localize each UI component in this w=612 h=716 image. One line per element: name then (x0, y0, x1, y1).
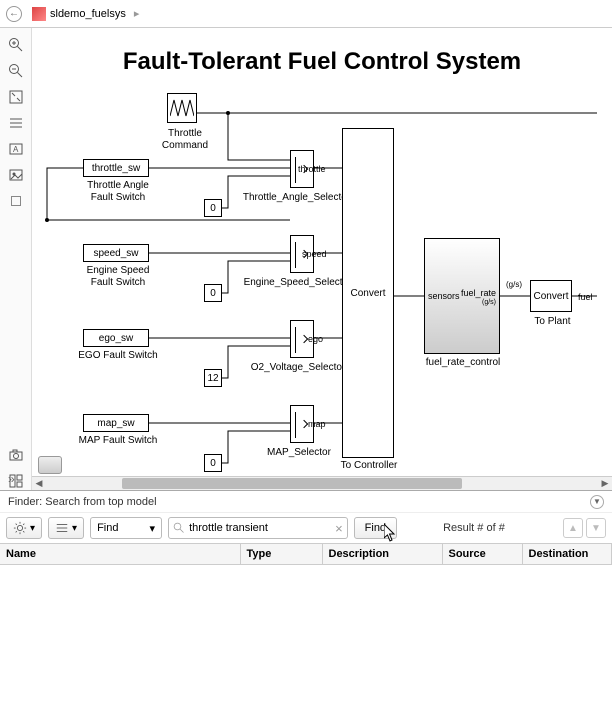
port-speed: speed (302, 249, 327, 259)
port-ego: ego (308, 334, 323, 344)
next-result-button[interactable]: ▼ (586, 518, 606, 538)
finder-header: Finder: Search from top model ▼ (0, 491, 612, 513)
port-fuel-rate: fuel_rate (461, 289, 496, 298)
col-destination[interactable]: Destination (522, 544, 612, 565)
scroll-left-icon[interactable]: ◀ (32, 477, 46, 490)
const-ego-block[interactable]: 12 (204, 369, 222, 387)
col-name[interactable]: Name (0, 544, 240, 565)
ego-selector-label: O2_Voltage_Selector (238, 362, 358, 374)
find-type-dropdown[interactable]: Find ▾ (90, 517, 162, 539)
to-plant-block[interactable]: Convert (530, 280, 572, 312)
to-plant-text: Convert (533, 291, 568, 302)
breadcrumb: ← sldemo_fuelsys ▸ (0, 0, 612, 28)
ego-switch-block[interactable]: ego_sw (83, 329, 149, 347)
speed-switch-text: speed_sw (93, 248, 138, 259)
const-speed-block[interactable]: 0 (204, 284, 222, 302)
toggle-sample-time-icon[interactable] (7, 114, 25, 132)
svg-text:A: A (13, 145, 19, 154)
port-sensors: sensors (428, 291, 460, 301)
result-count: Result # of # (443, 522, 505, 534)
finder-panel: Finder: Search from top model ▼ ▾ ▾ Find… (0, 490, 612, 716)
annotate-icon[interactable]: A (7, 140, 25, 158)
map-switch-label: MAP Fault Switch (72, 435, 164, 447)
view-dropdown[interactable]: ▾ (48, 517, 84, 539)
throttle-switch-block[interactable]: throttle_sw (83, 159, 149, 177)
port-map: map (308, 419, 326, 429)
search-input[interactable] (189, 522, 331, 534)
model-icon (32, 7, 46, 21)
map-selector-label: MAP_Selector (254, 447, 344, 459)
fuel-rate-control-block[interactable]: sensors fuel_rate (g/s) (424, 238, 500, 354)
breadcrumb-model[interactable]: sldemo_fuelsys ▸ (32, 7, 139, 21)
const-throttle-block[interactable]: 0 (204, 199, 222, 217)
prev-result-button[interactable]: ▲ (563, 518, 583, 538)
chevron-right-icon: ▸ (134, 7, 140, 20)
zoom-in-icon[interactable] (7, 36, 25, 54)
const-map-block[interactable]: 0 (204, 454, 222, 472)
clear-icon[interactable]: × (335, 521, 343, 536)
find-type-label: Find (97, 522, 118, 534)
image-icon[interactable] (7, 166, 25, 184)
table-header-row: Name Type Description Source Destination (0, 544, 612, 565)
gear-icon (13, 521, 27, 535)
model-file-icon[interactable] (38, 456, 62, 474)
search-icon (173, 522, 185, 534)
throttle-switch-label: Throttle Angle Fault Switch (75, 180, 161, 204)
ego-switch-label: EGO Fault Switch (72, 350, 164, 362)
col-description[interactable]: Description (322, 544, 442, 565)
settings-dropdown[interactable]: ▾ (6, 517, 42, 539)
throttle-command-label: Throttle Command (150, 128, 220, 152)
list-icon (55, 521, 69, 535)
to-controller-label: To Controller (336, 460, 402, 472)
finder-toolbar: ▾ ▾ Find ▾ × Find Result # of # ▲ ▼ (0, 513, 612, 543)
fit-to-view-icon[interactable] (7, 88, 25, 106)
search-field[interactable]: × (168, 517, 348, 539)
back-button[interactable]: ← (6, 6, 22, 22)
to-controller-text: Convert (350, 288, 385, 299)
finder-title: Finder: Search from top model (8, 496, 157, 508)
canvas-h-scrollbar[interactable]: ◀ ▶ (32, 476, 612, 490)
scroll-right-icon[interactable]: ▶ (598, 477, 612, 490)
ego-switch-text: ego_sw (99, 333, 133, 344)
breadcrumb-model-label: sldemo_fuelsys (50, 8, 126, 20)
toggle-toolbar-icon[interactable]: » (8, 472, 15, 486)
to-plant-label: To Plant (530, 316, 575, 328)
port-fuel-rate-unit: (g/s) (482, 299, 496, 306)
area-icon[interactable] (7, 192, 25, 210)
find-button[interactable]: Find (354, 517, 397, 539)
camera-icon[interactable] (7, 446, 25, 464)
port-throttle: throttle (298, 164, 326, 174)
throttle-selector-label: Throttle_Angle_Selector (234, 192, 359, 204)
chevron-down-icon: ▾ (72, 523, 77, 534)
throttle-switch-text: throttle_sw (92, 163, 140, 174)
to-controller-block[interactable]: Convert (342, 128, 394, 458)
zoom-out-icon[interactable] (7, 62, 25, 80)
map-switch-text: map_sw (97, 418, 134, 429)
port-fuel: fuel (578, 292, 593, 302)
signal-gs: (g/s) (506, 280, 522, 289)
left-toolbar: A (0, 28, 32, 490)
map-switch-block[interactable]: map_sw (83, 414, 149, 432)
chevron-down-icon: ▾ (30, 523, 35, 534)
diagram-canvas[interactable]: Fault-Tolerant Fuel Control System T (32, 28, 612, 490)
col-type[interactable]: Type (240, 544, 322, 565)
chevron-down-icon: ▾ (150, 522, 156, 535)
speed-switch-label: Engine Speed Fault Switch (75, 265, 161, 289)
fuel-rate-control-label: fuel_rate_control (420, 357, 506, 369)
scroll-thumb[interactable] (122, 478, 462, 489)
col-source[interactable]: Source (442, 544, 522, 565)
collapse-icon[interactable]: ▼ (590, 495, 604, 509)
speed-switch-block[interactable]: speed_sw (83, 244, 149, 262)
finder-results-table: Name Type Description Source Destination (0, 543, 612, 565)
diagram-title: Fault-Tolerant Fuel Control System (32, 48, 612, 76)
throttle-command-block[interactable] (167, 93, 197, 123)
